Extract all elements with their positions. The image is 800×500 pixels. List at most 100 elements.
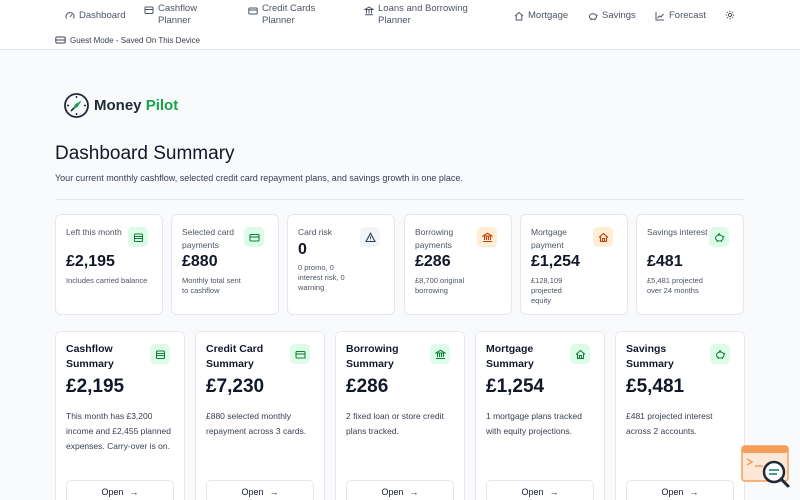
open-button-label: Open [521, 487, 544, 497]
gear-icon [725, 10, 735, 20]
nav-forecast-label: Forecast [669, 10, 706, 21]
kpi-label: Selected card payments [182, 227, 234, 250]
kpi-value: £880 [182, 253, 218, 270]
home-icon [570, 344, 590, 364]
dashboard-icon [65, 11, 75, 21]
open-button-label: Open [241, 487, 264, 497]
warning-icon [360, 227, 380, 247]
nav-mortgage[interactable]: Mortgage [514, 10, 568, 22]
arrow-right-icon: → [269, 487, 279, 497]
card-value: £5,481 [626, 376, 685, 397]
card-description: This month has £3,200 income and £2,455 … [66, 411, 171, 451]
nav-cashflow-label: Cashflow Planner [158, 3, 198, 26]
open-credit-cards-button[interactable]: Open → [206, 480, 314, 500]
card-value: £1,254 [486, 376, 545, 397]
kpi-value: £2,195 [66, 253, 115, 270]
bank-icon [477, 227, 497, 247]
kpi-mortgage-payment: Mortgage payment £1,254 £128,109 project… [520, 214, 628, 315]
compass-logo-icon [64, 93, 89, 118]
open-savings-button[interactable]: Open → [626, 480, 734, 500]
kpi-value: £1,254 [531, 253, 580, 270]
kpi-value: £481 [647, 253, 683, 270]
credit-card-summary-card: Credit Card Summary £7,230 £880 selected… [195, 331, 325, 500]
arrow-right-icon: → [689, 487, 699, 497]
page-title: Dashboard Summary [55, 143, 235, 164]
kpi-label: Borrowing payments [415, 227, 454, 250]
divider [55, 199, 745, 200]
nav-cashflow-planner[interactable]: Cashflow Planner [144, 3, 224, 27]
bank-icon [364, 6, 374, 16]
wallet-icon [144, 5, 154, 15]
nav-forecast[interactable]: Forecast [655, 10, 706, 22]
wallet-icon [150, 344, 170, 364]
card-value: £7,230 [206, 376, 265, 397]
nav-savings[interactable]: Savings [588, 10, 636, 22]
card-description: 1 mortgage plans tracked with equity pro… [486, 411, 582, 436]
kpi-note: 0 promo, 0 interest risk, 0 warning [298, 263, 345, 292]
kpi-savings-interest: Savings interest £481 £5,481 projected o… [636, 214, 744, 315]
nav-mortgage-label: Mortgage [528, 10, 569, 21]
kpi-note: Includes carried balance [66, 276, 148, 285]
kpi-selected-card-payments: Selected card payments £880 Monthly tota… [171, 214, 279, 315]
card-description: £880 selected monthly repayment across 3… [206, 411, 307, 436]
mortgage-summary-card: Mortgage Summary £1,254 1 mortgage plans… [475, 331, 605, 500]
open-button-label: Open [661, 487, 684, 497]
kpi-note: Monthly total sent to cashflow [182, 276, 241, 295]
borrowing-summary-card: Borrowing Summary £286 2 fixed loan or s… [335, 331, 465, 500]
page-subtitle: Your current monthly cashflow, selected … [55, 173, 463, 183]
open-button-label: Open [101, 487, 124, 497]
kpi-note: £8,700 original borrowing [415, 276, 465, 295]
kpi-card-risk: Card risk 0 0 promo, 0 interest risk, 0 … [287, 214, 395, 315]
storage-icon [55, 35, 66, 45]
top-navigation-bar: Dashboard Cashflow Planner Credit Cards … [0, 0, 800, 50]
card-title: Cashflow Summary [66, 343, 114, 370]
card-value: £286 [346, 376, 389, 397]
nav-savings-label: Savings [602, 10, 636, 21]
bank-icon [430, 344, 450, 364]
guest-mode-label: Guest Mode - Saved On This Device [70, 35, 201, 45]
open-borrowing-button[interactable]: Open → [346, 480, 454, 500]
guest-mode-indicator: Guest Mode - Saved On This Device [55, 35, 200, 45]
piggy-bank-icon [709, 227, 729, 247]
kpi-note: £128,109 projected equity [531, 276, 563, 305]
nav-dashboard[interactable]: Dashboard [65, 10, 125, 22]
kpi-label: Card risk [298, 227, 333, 237]
nav-credit-cards-label: Credit Cards Planner [262, 3, 316, 26]
brand-name: Money Pilot [94, 97, 179, 114]
card-value: £2,195 [66, 376, 125, 397]
kpi-borrowing-payments: Borrowing payments £286 £8,700 original … [404, 214, 512, 315]
nav-dashboard-label: Dashboard [79, 10, 126, 21]
help-search-icon [741, 445, 790, 488]
open-cashflow-button[interactable]: Open → [66, 480, 174, 500]
piggy-bank-icon [588, 11, 598, 21]
arrow-right-icon: → [129, 487, 139, 497]
credit-card-icon [248, 6, 258, 16]
card-description: 2 fixed loan or store credit plans track… [346, 411, 444, 436]
card-description: £481 projected interest across 2 account… [626, 411, 713, 436]
wallet-icon [128, 227, 148, 247]
nav-credit-cards-planner[interactable]: Credit Cards Planner [248, 3, 338, 27]
piggy-bank-icon [710, 344, 730, 364]
help-search-widget[interactable] [741, 445, 793, 489]
cashflow-summary-card: Cashflow Summary £2,195 This month has £… [55, 331, 185, 500]
money-pilot-logo[interactable]: Money Pilot [63, 92, 178, 119]
card-title: Borrowing Summary [346, 343, 399, 370]
credit-card-icon [290, 344, 310, 364]
kpi-label: Savings interest [647, 227, 708, 237]
card-title: Credit Card Summary [206, 343, 264, 370]
open-mortgage-button[interactable]: Open → [486, 480, 594, 500]
kpi-note: £5,481 projected over 24 months [647, 276, 703, 295]
home-icon [514, 11, 524, 21]
savings-summary-card: Savings Summary £5,481 £481 projected in… [615, 331, 745, 500]
kpi-left-this-month: Left this month £2,195 Includes carried … [55, 214, 163, 315]
kpi-label: Mortgage payment [531, 227, 567, 250]
chart-icon [655, 11, 665, 21]
credit-card-icon [244, 227, 264, 247]
nav-loans-borrowing-planner[interactable]: Loans and Borrowing Planner [364, 3, 484, 27]
arrow-right-icon: → [409, 487, 419, 497]
kpi-value: 0 [298, 241, 307, 258]
open-button-label: Open [381, 487, 404, 497]
kpi-value: £286 [415, 253, 451, 270]
settings-button[interactable] [725, 10, 739, 20]
home-icon [593, 227, 613, 247]
